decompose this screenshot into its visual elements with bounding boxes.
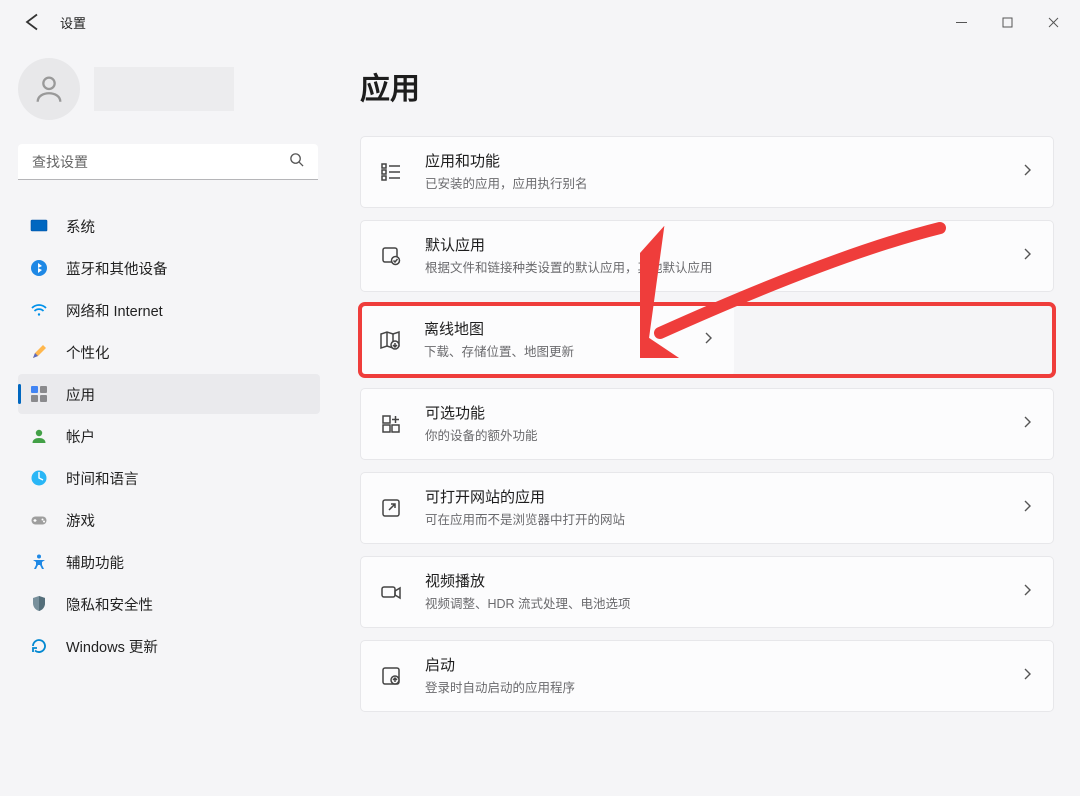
card-startup[interactable]: 启动 登录时自动启动的应用程序 <box>360 640 1054 712</box>
highlight-annotation: 离线地图 下载、存储位置、地图更新 <box>360 304 1054 376</box>
nav-time[interactable]: 时间和语言 <box>18 458 320 498</box>
paintbrush-icon <box>30 343 48 361</box>
nav-label: 隐私和安全性 <box>66 594 153 615</box>
card-title: 启动 <box>425 656 999 676</box>
card-subtitle: 下载、存储位置、地图更新 <box>424 341 680 360</box>
default-apps-icon <box>379 244 403 268</box>
nav-privacy[interactable]: 隐私和安全性 <box>18 584 320 624</box>
list-icon <box>379 160 403 184</box>
account-section[interactable] <box>18 58 320 120</box>
chevron-right-icon <box>702 331 714 349</box>
card-title: 视频播放 <box>425 572 999 592</box>
back-button[interactable] <box>22 12 42 32</box>
gamepad-icon <box>30 511 48 529</box>
card-title: 可选功能 <box>425 404 999 424</box>
startup-icon <box>379 664 403 688</box>
search-input[interactable] <box>18 144 318 180</box>
card-optional-features[interactable]: 可选功能 你的设备的额外功能 <box>360 388 1054 460</box>
card-video-playback[interactable]: 视频播放 视频调整、HDR 流式处理、电池选项 <box>360 556 1054 628</box>
page-title: 应用 <box>360 64 1054 108</box>
card-subtitle: 可在应用而不是浏览器中打开的网站 <box>425 509 999 528</box>
chevron-right-icon <box>1021 163 1033 181</box>
card-title: 默认应用 <box>425 236 999 256</box>
video-icon <box>379 580 403 604</box>
card-title: 应用和功能 <box>425 152 999 172</box>
card-subtitle: 登录时自动启动的应用程序 <box>425 677 999 696</box>
wifi-icon <box>30 301 48 319</box>
search-box[interactable] <box>18 144 320 180</box>
nav-personalization[interactable]: 个性化 <box>18 332 320 372</box>
chevron-right-icon <box>1021 667 1033 685</box>
card-apps-for-websites[interactable]: 可打开网站的应用 可在应用而不是浏览器中打开的网站 <box>360 472 1054 544</box>
window-controls <box>938 6 1076 38</box>
chevron-right-icon <box>1021 247 1033 265</box>
card-subtitle: 视频调整、HDR 流式处理、电池选项 <box>425 593 999 612</box>
nav-list: 系统 蓝牙和其他设备 网络和 Internet 个性化 应用 帐户 <box>18 206 320 666</box>
person-icon <box>30 427 48 445</box>
card-offline-maps[interactable]: 离线地图 下载、存储位置、地图更新 <box>360 304 734 376</box>
nav-label: 蓝牙和其他设备 <box>66 258 168 279</box>
accessibility-icon <box>30 553 48 571</box>
title-bar: 设置 <box>0 0 1080 44</box>
maximize-button[interactable] <box>984 6 1030 38</box>
shield-icon <box>30 595 48 613</box>
nav-label: 应用 <box>66 384 95 405</box>
bluetooth-icon <box>30 259 48 277</box>
avatar <box>18 58 80 120</box>
card-subtitle: 已安装的应用，应用执行别名 <box>425 173 999 192</box>
minimize-button[interactable] <box>938 6 984 38</box>
nav-accessibility[interactable]: 辅助功能 <box>18 542 320 582</box>
apps-icon <box>30 385 48 403</box>
card-default-apps[interactable]: 默认应用 根据文件和链接种类设置的默认应用，其他默认应用 <box>360 220 1054 292</box>
chevron-right-icon <box>1021 415 1033 433</box>
sidebar: 系统 蓝牙和其他设备 网络和 Internet 个性化 应用 帐户 <box>0 44 330 796</box>
card-title: 可打开网站的应用 <box>425 488 999 508</box>
chevron-right-icon <box>1021 583 1033 601</box>
nav-label: 网络和 Internet <box>66 300 163 321</box>
chevron-right-icon <box>1021 499 1033 517</box>
search-icon <box>289 152 304 172</box>
clock-globe-icon <box>30 469 48 487</box>
nav-apps[interactable]: 应用 <box>18 374 320 414</box>
nav-network[interactable]: 网络和 Internet <box>18 290 320 330</box>
nav-label: 个性化 <box>66 342 110 363</box>
card-title: 离线地图 <box>424 320 680 340</box>
nav-label: 系统 <box>66 216 95 237</box>
map-icon <box>378 328 402 352</box>
nav-label: 帐户 <box>66 426 95 447</box>
nav-label: 时间和语言 <box>66 468 139 489</box>
main-panel: 应用 应用和功能 已安装的应用，应用执行别名 默认应用 根据文件和链接种类设置的… <box>330 44 1080 796</box>
open-external-icon <box>379 496 403 520</box>
nav-label: 辅助功能 <box>66 552 124 573</box>
nav-update[interactable]: Windows 更新 <box>18 626 320 666</box>
card-subtitle: 你的设备的额外功能 <box>425 425 999 444</box>
close-button[interactable] <box>1030 6 1076 38</box>
nav-label: Windows 更新 <box>66 636 158 657</box>
nav-system[interactable]: 系统 <box>18 206 320 246</box>
display-icon <box>30 217 48 235</box>
add-feature-icon <box>379 412 403 436</box>
card-apps-features[interactable]: 应用和功能 已安装的应用，应用执行别名 <box>360 136 1054 208</box>
nav-accounts[interactable]: 帐户 <box>18 416 320 456</box>
update-icon <box>30 637 48 655</box>
nav-gaming[interactable]: 游戏 <box>18 500 320 540</box>
window-title: 设置 <box>60 13 86 32</box>
card-subtitle: 根据文件和链接种类设置的默认应用，其他默认应用 <box>425 257 999 276</box>
nav-label: 游戏 <box>66 510 95 531</box>
nav-bluetooth[interactable]: 蓝牙和其他设备 <box>18 248 320 288</box>
account-name-redacted <box>94 67 234 111</box>
